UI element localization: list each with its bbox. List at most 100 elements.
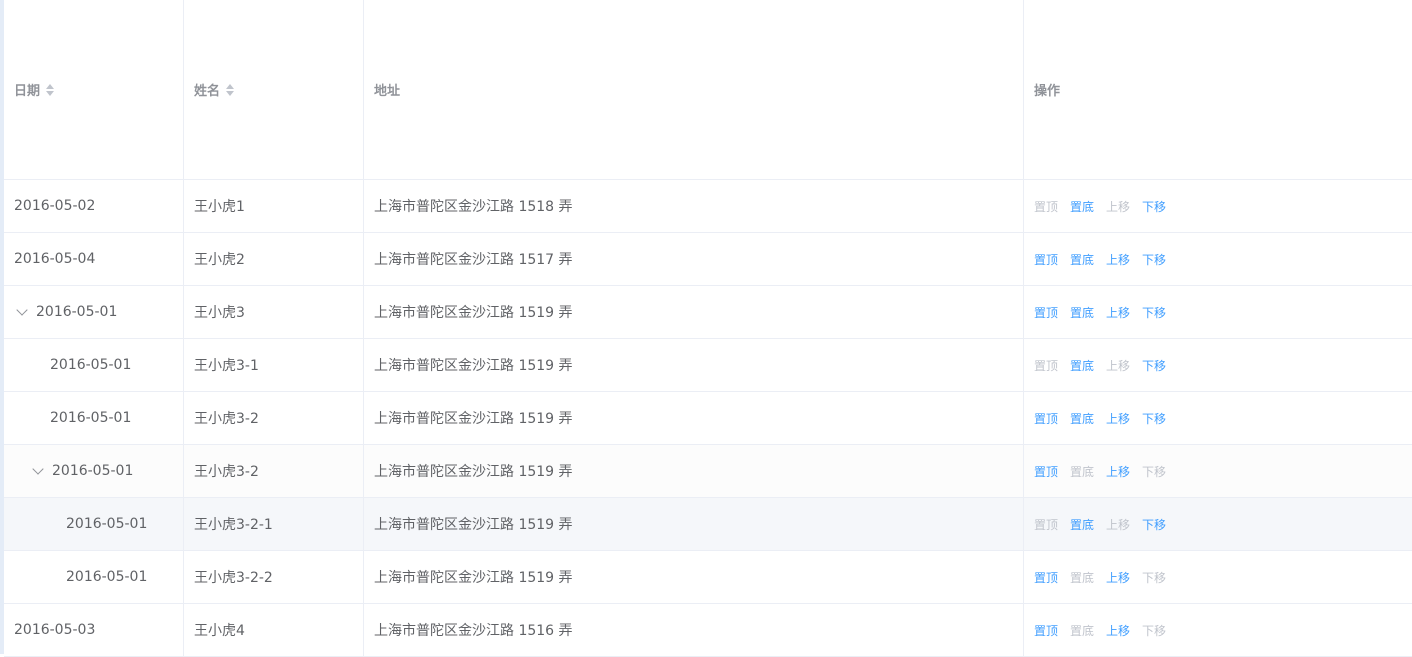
move-down-button[interactable]: 下移 <box>1142 304 1166 321</box>
date-text: 2016-05-04 <box>14 251 96 267</box>
move-bottom-button[interactable]: 置底 <box>1070 198 1094 215</box>
ops-cell: 置顶 置底 上移 下移 <box>1024 551 1412 603</box>
ops-cell: 置顶 置底 上移 下移 <box>1024 445 1412 497</box>
address-cell: 上海市普陀区金沙江路 1519 弄 <box>364 392 1024 444</box>
move-bottom-button: 置底 <box>1070 623 1095 638</box>
name-cell: 王小虎3-2 <box>184 392 364 444</box>
header-ops-label: 操作 <box>1034 84 1061 99</box>
table-row[interactable]: 2016-05-01 王小虎3-2-1 上海市普陀区金沙江路 1519 弄 置顶… <box>4 498 1412 551</box>
name-cell: 王小虎1 <box>184 180 364 232</box>
sort-icon[interactable] <box>46 83 55 96</box>
name-text: 王小虎3-2-2 <box>194 570 273 586</box>
name-cell: 王小虎2 <box>184 233 364 285</box>
address-cell: 上海市普陀区金沙江路 1519 弄 <box>364 339 1024 391</box>
address-text: 上海市普陀区金沙江路 1519 弄 <box>374 570 573 586</box>
table-row[interactable]: 2016-05-01 王小虎3-2-2 上海市普陀区金沙江路 1519 弄 置顶… <box>4 551 1412 604</box>
table-row[interactable]: 2016-05-03 王小虎4 上海市普陀区金沙江路 1516 弄 置顶 置底 上移… <box>4 604 1412 657</box>
move-top-button[interactable]: 置顶 <box>1034 304 1058 321</box>
address-cell: 上海市普陀区金沙江路 1519 弄 <box>364 551 1024 603</box>
move-bottom-button[interactable]: 置底 <box>1070 251 1094 268</box>
move-top-button[interactable]: 置顶 <box>1034 622 1058 639</box>
move-up-button[interactable]: 上移 <box>1106 463 1130 480</box>
address-cell: 上海市普陀区金沙江路 1517 弄 <box>364 233 1024 285</box>
move-down-button[interactable]: 下移 <box>1142 251 1166 268</box>
data-table: 日期 姓名 地址 操作 2016-05-02 王小虎1 上海市普陀区金沙江路 1… <box>4 0 1412 657</box>
move-up-button[interactable]: 上移 <box>1106 251 1130 268</box>
name-text: 王小虎4 <box>194 623 245 639</box>
move-down-button[interactable]: 下移 <box>1142 357 1166 374</box>
move-bottom-button[interactable]: 置底 <box>1070 304 1094 321</box>
name-text: 王小虎1 <box>194 199 245 215</box>
header-name[interactable]: 姓名 <box>184 0 364 179</box>
date-text: 2016-05-01 <box>50 357 132 373</box>
move-up-button: 上移 <box>1106 517 1131 532</box>
name-cell: 王小虎3-2-1 <box>184 498 364 550</box>
ops-cell: 置顶 置底 上移 下移 <box>1024 180 1412 232</box>
table-row[interactable]: 2016-05-01 王小虎3-1 上海市普陀区金沙江路 1519 弄 置顶 置底… <box>4 339 1412 392</box>
address-text: 上海市普陀区金沙江路 1519 弄 <box>374 464 573 480</box>
name-cell: 王小虎3-2-2 <box>184 551 364 603</box>
move-up-button[interactable]: 上移 <box>1106 569 1130 586</box>
move-up-button[interactable]: 上移 <box>1106 304 1130 321</box>
address-cell: 上海市普陀区金沙江路 1518 弄 <box>364 180 1024 232</box>
date-cell: 2016-05-03 <box>4 604 184 656</box>
table-row[interactable]: 2016-05-01 王小虎3-2 上海市普陀区金沙江路 1519 弄 置顶 置底… <box>4 392 1412 445</box>
name-cell: 王小虎4 <box>184 604 364 656</box>
address-cell: 上海市普陀区金沙江路 1519 弄 <box>364 286 1024 338</box>
date-text: 2016-05-01 <box>36 304 118 320</box>
move-down-button: 下移 <box>1142 464 1167 479</box>
table-header: 日期 姓名 地址 操作 <box>4 0 1412 180</box>
move-up-button[interactable]: 上移 <box>1106 410 1130 427</box>
header-address-label: 地址 <box>374 84 401 99</box>
table-row[interactable]: 2016-05-01 王小虎3 上海市普陀区金沙江路 1519 弄 置顶 置底 上移… <box>4 286 1412 339</box>
date-text: 2016-05-01 <box>50 410 132 426</box>
date-cell: 2016-05-01 <box>4 339 184 391</box>
date-cell: 2016-05-04 <box>4 233 184 285</box>
move-top-button[interactable]: 置顶 <box>1034 251 1058 268</box>
name-text: 王小虎3 <box>194 305 245 321</box>
address-text: 上海市普陀区金沙江路 1517 弄 <box>374 252 573 268</box>
table-row[interactable]: 2016-05-04 王小虎2 上海市普陀区金沙江路 1517 弄 置顶 置底 上移… <box>4 233 1412 286</box>
header-date-label: 日期 <box>14 84 41 99</box>
chevron-down-icon[interactable] <box>16 303 28 316</box>
date-cell: 2016-05-01 <box>4 498 184 550</box>
name-cell: 王小虎3 <box>184 286 364 338</box>
address-text: 上海市普陀区金沙江路 1519 弄 <box>374 517 573 533</box>
ops-cell: 置顶 置底 上移 下移 <box>1024 392 1412 444</box>
address-text: 上海市普陀区金沙江路 1519 弄 <box>374 411 573 427</box>
move-top-button[interactable]: 置顶 <box>1034 463 1058 480</box>
header-name-label: 姓名 <box>194 84 221 99</box>
move-down-button[interactable]: 下移 <box>1142 410 1166 427</box>
address-cell: 上海市普陀区金沙江路 1519 弄 <box>364 445 1024 497</box>
date-cell: 2016-05-02 <box>4 180 184 232</box>
move-bottom-button[interactable]: 置底 <box>1070 516 1094 533</box>
move-top-button[interactable]: 置顶 <box>1034 410 1058 427</box>
move-top-button: 置顶 <box>1034 517 1059 532</box>
chevron-down-icon[interactable] <box>32 462 44 475</box>
move-bottom-button[interactable]: 置底 <box>1070 410 1094 427</box>
header-date[interactable]: 日期 <box>4 0 184 179</box>
date-text: 2016-05-01 <box>66 569 148 585</box>
ops-cell: 置顶 置底 上移 下移 <box>1024 233 1412 285</box>
date-cell: 2016-05-01 <box>4 392 184 444</box>
move-down-button[interactable]: 下移 <box>1142 516 1166 533</box>
date-cell: 2016-05-01 <box>4 286 184 338</box>
move-down-button[interactable]: 下移 <box>1142 198 1166 215</box>
name-text: 王小虎3-2 <box>194 411 259 427</box>
name-cell: 王小虎3-1 <box>184 339 364 391</box>
move-bottom-button: 置底 <box>1070 570 1095 585</box>
move-down-button: 下移 <box>1142 623 1167 638</box>
table-row[interactable]: 2016-05-02 王小虎1 上海市普陀区金沙江路 1518 弄 置顶 置底 上移… <box>4 180 1412 233</box>
date-cell: 2016-05-01 <box>4 445 184 497</box>
move-up-button[interactable]: 上移 <box>1106 622 1130 639</box>
table-row[interactable]: 2016-05-01 王小虎3-2 上海市普陀区金沙江路 1519 弄 置顶 置底… <box>4 445 1412 498</box>
address-cell: 上海市普陀区金沙江路 1516 弄 <box>364 604 1024 656</box>
address-text: 上海市普陀区金沙江路 1516 弄 <box>374 623 573 639</box>
move-top-button[interactable]: 置顶 <box>1034 569 1058 586</box>
move-bottom-button[interactable]: 置底 <box>1070 357 1094 374</box>
date-text: 2016-05-03 <box>14 622 96 638</box>
date-text: 2016-05-02 <box>14 198 96 214</box>
sort-icon[interactable] <box>226 83 235 96</box>
name-text: 王小虎2 <box>194 252 245 268</box>
move-top-button: 置顶 <box>1034 358 1059 373</box>
